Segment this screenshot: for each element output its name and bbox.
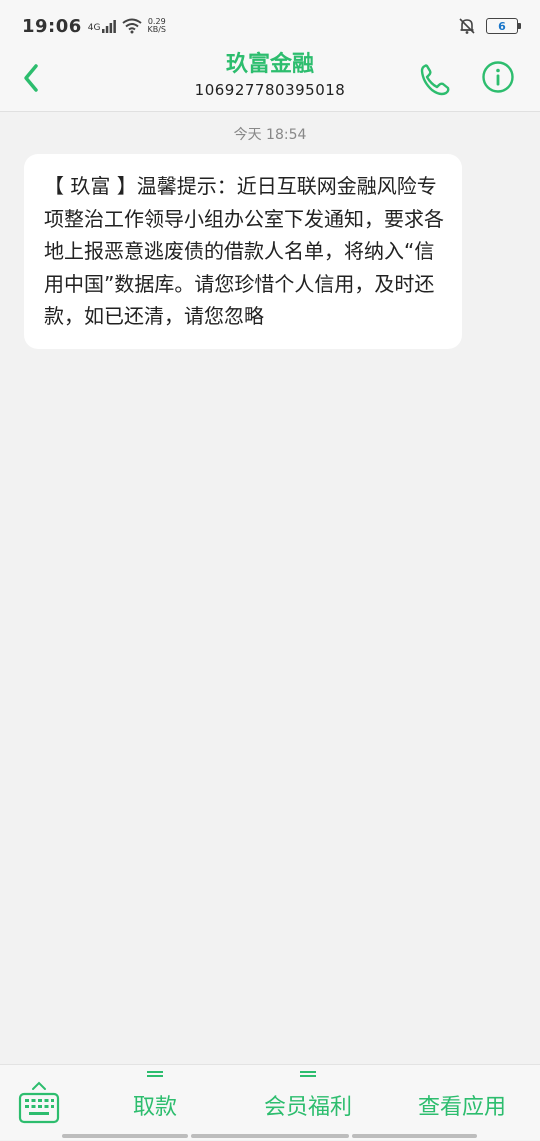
- menu-item-member-benefits[interactable]: 会员福利: [246, 1065, 370, 1141]
- menu-item-view-apps[interactable]: 查看应用: [400, 1065, 524, 1141]
- nav-handle-middle: [191, 1134, 349, 1138]
- status-left: 19:06 4G 0.29 KB/S: [22, 16, 166, 37]
- phone-icon[interactable]: [416, 60, 454, 98]
- nav-handle-left: [62, 1134, 188, 1138]
- menu-lines-icon: [147, 1071, 163, 1079]
- conversation-header: 玖富金融 106927780395018: [0, 52, 540, 112]
- contact-number: 106927780395018: [194, 81, 346, 99]
- status-bar: 19:06 4G 0.29 KB/S 6: [0, 0, 540, 52]
- bell-mute-icon: [459, 18, 475, 34]
- menu-item-label: 取款: [132, 1095, 177, 1120]
- net-speed: 0.29 KB/S: [148, 18, 167, 34]
- info-icon[interactable]: [481, 60, 515, 94]
- network-type: 4G: [87, 23, 101, 33]
- wifi-icon: [121, 18, 142, 34]
- menu-item-withdraw[interactable]: 取款: [112, 1065, 198, 1141]
- net-speed-unit: KB/S: [147, 25, 167, 34]
- menu-item-label: 查看应用: [417, 1095, 506, 1120]
- nav-handle-right: [352, 1134, 477, 1138]
- contact-info: 玖富金融 106927780395018: [120, 52, 420, 100]
- menu-lines-icon: [300, 1071, 316, 1079]
- signal-icon: [101, 20, 116, 33]
- battery-indicator: 6: [486, 18, 521, 34]
- status-time: 19:06: [22, 15, 82, 37]
- status-right: 6: [458, 17, 521, 35]
- menu-item-label: 会员福利: [263, 1095, 352, 1120]
- signal-group: 4G: [88, 19, 116, 33]
- chevron-left-icon[interactable]: [14, 60, 50, 96]
- message-bubble[interactable]: 【 玖富 】温馨提示：近日互联网金融风险专项整治工作领导小组办公室下发通知，要求…: [24, 154, 462, 349]
- bottom-menu-bar: 取款 会员福利 查看应用: [0, 1064, 540, 1140]
- message-timestamp: 今天 18:54: [233, 127, 307, 143]
- contact-name: 玖富金融: [225, 52, 314, 77]
- keyboard-icon[interactable]: [18, 1079, 60, 1125]
- message-text: 【 玖富 】温馨提示：近日互联网金融风险专项整治工作领导小组办公室下发通知，要求…: [44, 174, 444, 328]
